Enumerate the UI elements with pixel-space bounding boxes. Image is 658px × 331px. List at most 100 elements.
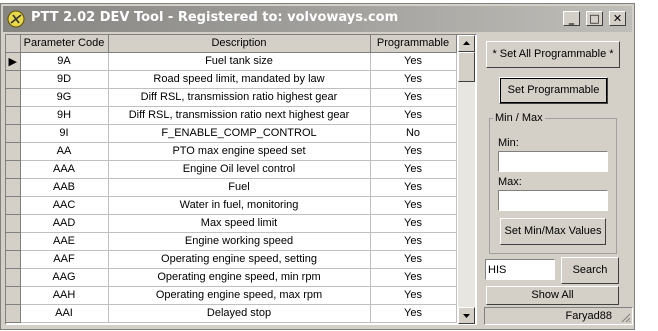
header-row: Parameter Code Description Programmable	[6, 35, 457, 53]
cell-parameter-code[interactable]: AAA	[20, 160, 109, 179]
cell-description[interactable]: Engine working speed	[108, 232, 371, 251]
search-input[interactable]	[485, 259, 555, 280]
row-header[interactable]	[6, 232, 21, 251]
search-button[interactable]: Search	[561, 257, 619, 284]
cell-parameter-code[interactable]: AAC	[20, 196, 109, 215]
parameter-table: Parameter Code Description Programmable …	[6, 35, 457, 323]
row-header[interactable]	[6, 88, 21, 107]
window-title: PTT 2.02 DEV Tool - Registered to: volvo…	[31, 10, 399, 25]
row-header[interactable]	[6, 178, 21, 197]
current-row-indicator[interactable]: ▶	[6, 52, 21, 71]
cell-description[interactable]: F_ENABLE_COMP_CONTROL	[108, 124, 371, 143]
cell-parameter-code[interactable]: AAI	[20, 304, 109, 323]
cell-programmable[interactable]: Yes	[370, 106, 457, 125]
cell-programmable[interactable]: Yes	[370, 70, 457, 89]
row-header[interactable]	[6, 214, 21, 233]
cell-programmable[interactable]: Yes	[370, 304, 457, 323]
cell-parameter-code[interactable]: AAG	[20, 268, 109, 287]
row-header[interactable]	[6, 286, 21, 305]
resize-grip-icon[interactable]	[619, 311, 631, 323]
table-row[interactable]: AAC Water in fuel, monitoring Yes	[6, 196, 457, 215]
row-header[interactable]	[6, 250, 21, 269]
row-header[interactable]	[6, 124, 21, 143]
cell-description[interactable]: Fuel	[108, 178, 371, 197]
set-all-programmable-button[interactable]: * Set All Programmable *	[486, 41, 620, 68]
cell-parameter-code[interactable]: 9I	[20, 124, 109, 143]
title-bar[interactable]: PTT 2.02 DEV Tool - Registered to: volvo…	[3, 6, 632, 32]
cell-description[interactable]: Operating engine speed, setting	[108, 250, 371, 269]
cell-description[interactable]: PTO max engine speed set	[108, 142, 371, 161]
cell-parameter-code[interactable]: AAB	[20, 178, 109, 197]
table-row[interactable]: AAD Max speed limit Yes	[6, 214, 457, 233]
cell-programmable[interactable]: Yes	[370, 88, 457, 107]
table-row[interactable]: AA PTO max engine speed set Yes	[6, 142, 457, 161]
cell-programmable[interactable]: Yes	[370, 250, 457, 269]
cell-programmable[interactable]: Yes	[370, 142, 457, 161]
table-row[interactable]: 9G Diff RSL, transmission ratio highest g…	[6, 88, 457, 107]
row-header[interactable]	[6, 304, 21, 323]
cell-programmable[interactable]: Yes	[370, 214, 457, 233]
table-row[interactable]: 9H Diff RSL, transmission ratio next high…	[6, 106, 457, 125]
column-header-code[interactable]: Parameter Code	[20, 35, 109, 53]
cell-description[interactable]: Operating engine speed, min rpm	[108, 268, 371, 287]
status-bar: Faryad88	[484, 307, 633, 325]
cell-programmable[interactable]: No	[370, 124, 457, 143]
row-header[interactable]	[6, 160, 21, 179]
cell-description[interactable]: Diff RSL, transmission ratio highest gea…	[108, 88, 371, 107]
cell-parameter-code[interactable]: AAH	[20, 286, 109, 305]
cell-parameter-code[interactable]: AAE	[20, 232, 109, 251]
cell-description[interactable]: Engine Oil level control	[108, 160, 371, 179]
table-row[interactable]: AAG Operating engine speed, min rpm Yes	[6, 268, 457, 287]
cell-description[interactable]: Delayed stop	[108, 304, 371, 323]
cell-description[interactable]: Operating engine speed, max rpm	[108, 286, 371, 305]
cell-programmable[interactable]: Yes	[370, 178, 457, 197]
show-all-button[interactable]: Show All	[486, 286, 619, 305]
table-row[interactable]: AAB Fuel Yes	[6, 178, 457, 197]
cell-programmable[interactable]: Yes	[370, 286, 457, 305]
scroll-up-button[interactable]	[458, 35, 475, 52]
cell-parameter-code[interactable]: AA	[20, 142, 109, 161]
row-header[interactable]	[6, 70, 21, 89]
cell-description[interactable]: Max speed limit	[108, 214, 371, 233]
scroll-down-button[interactable]	[458, 307, 475, 324]
maximize-button[interactable]: □	[586, 11, 603, 26]
cell-parameter-code[interactable]: 9D	[20, 70, 109, 89]
set-minmax-button[interactable]: Set Min/Max Values	[500, 218, 606, 245]
row-header[interactable]	[6, 196, 21, 215]
cell-description[interactable]: Fuel tank size	[108, 52, 371, 71]
table-row[interactable]: AAI Delayed stop Yes	[6, 304, 457, 323]
cell-description[interactable]: Diff RSL, transmission ratio next highes…	[108, 106, 371, 125]
table-row[interactable]: AAH Operating engine speed, max rpm Yes	[6, 286, 457, 305]
cell-description[interactable]: Road speed limit, mandated by law	[108, 70, 371, 89]
table-row[interactable]: AAF Operating engine speed, setting Yes	[6, 250, 457, 269]
min-input[interactable]	[498, 151, 608, 172]
cell-programmable[interactable]: Yes	[370, 160, 457, 179]
cell-parameter-code[interactable]: AAF	[20, 250, 109, 269]
cell-programmable[interactable]: Yes	[370, 268, 457, 287]
cell-programmable[interactable]: Yes	[370, 196, 457, 215]
set-programmable-button[interactable]: Set Programmable	[499, 77, 608, 104]
cell-parameter-code[interactable]: 9H	[20, 106, 109, 125]
table-row[interactable]: 9I F_ENABLE_COMP_CONTROL No	[6, 124, 457, 143]
table-row[interactable]: ▶ 9A Fuel tank size Yes	[6, 52, 457, 71]
max-input[interactable]	[498, 190, 608, 211]
minimize-button[interactable]: _	[563, 11, 580, 26]
column-header-description[interactable]: Description	[108, 35, 371, 53]
parameter-grid[interactable]: Parameter Code Description Programmable …	[5, 34, 477, 325]
table-row[interactable]: AAE Engine working speed Yes	[6, 232, 457, 251]
table-row[interactable]: AAA Engine Oil level control Yes	[6, 160, 457, 179]
row-header[interactable]	[6, 268, 21, 287]
row-header[interactable]	[6, 106, 21, 125]
column-header-programmable[interactable]: Programmable	[370, 35, 457, 53]
row-header[interactable]	[6, 142, 21, 161]
cell-parameter-code[interactable]: 9A	[20, 52, 109, 71]
scroll-thumb[interactable]	[458, 52, 475, 82]
grid-vertical-scrollbar[interactable]	[458, 35, 475, 324]
cell-parameter-code[interactable]: AAD	[20, 214, 109, 233]
table-row[interactable]: 9D Road speed limit, mandated by law Yes	[6, 70, 457, 89]
close-button[interactable]: ✕	[609, 11, 626, 26]
cell-programmable[interactable]: Yes	[370, 232, 457, 251]
cell-description[interactable]: Water in fuel, monitoring	[108, 196, 371, 215]
cell-parameter-code[interactable]: 9G	[20, 88, 109, 107]
cell-programmable[interactable]: Yes	[370, 52, 457, 71]
